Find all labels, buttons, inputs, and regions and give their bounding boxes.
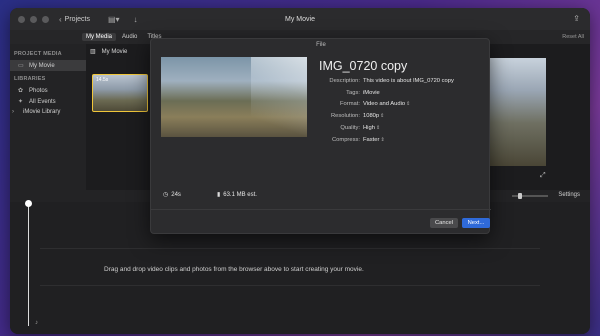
settings-button[interactable]: Settings [558,192,580,198]
media-browser-icon[interactable]: ▤▾ [108,15,120,24]
film-icon: ▭ [18,63,24,69]
project-media-header: PROJECT MEDIA [14,51,62,57]
viewer-preview [488,58,546,166]
description-field[interactable]: This video is about IMG_0720 copy [363,78,454,84]
sidebar-item-all-events[interactable]: ✦ All Events [10,96,86,107]
export-summary: ◷ 24s ▮ 63.1 MB est. [163,191,257,199]
zoom-window-button[interactable] [42,15,49,23]
share-icon[interactable]: ⇪ [573,14,580,23]
tags-label: Tags: [346,89,360,96]
duration-value: 24s [171,191,181,198]
dialog-divider [151,209,491,210]
format-label: Format: [340,101,360,108]
chevron-updown-icon: ⇕ [380,113,385,120]
chevron-updown-icon: ⇕ [375,125,381,132]
reset-all-button[interactable]: Reset All [562,34,584,40]
quality-row: Quality: High⇕ [301,122,491,134]
share-file-dialog: File IMG_0720 copy Description: This vid… [150,38,491,234]
next-button[interactable]: Next... [462,218,490,228]
sidebar-item-label: Photos [29,87,48,94]
resolution-select[interactable]: 1080p⇕ [363,113,384,119]
close-window-button[interactable] [18,15,25,23]
dialog-title: File [316,42,326,48]
playhead-handle[interactable] [25,200,32,207]
window-controls [18,15,49,23]
chevron-updown-icon: ⇕ [380,136,385,143]
export-settings: Description: This video is about IMG_072… [301,75,491,146]
quality-value: High [363,125,375,132]
window-title: My Movie [285,15,315,23]
audio-icon: ♪ [35,320,38,326]
description-row: Description: This video is about IMG_072… [301,75,491,87]
format-row: Format: Video and Audio⇕ [301,99,491,111]
cancel-button[interactable]: Cancel [430,218,458,228]
clock-icon: ◷ [163,192,169,198]
resolution-label: Resolution: [330,113,360,120]
library-sidebar: PROJECT MEDIA ▭ My Movie LIBRARIES ✿ Pho… [10,44,86,190]
format-select[interactable]: Video and Audio⇕ [363,101,410,107]
sidebar-item-label: My Movie [29,62,55,69]
video-thumbnail [161,57,307,137]
sidebar-item-my-movie[interactable]: ▭ My Movie [10,60,86,71]
playhead[interactable] [25,200,32,326]
photos-icon: ✿ [18,88,24,94]
sidebar-item-imovie-library[interactable]: › iMovie Library [10,107,86,117]
projects-label: Projects [64,15,90,23]
file-name[interactable]: IMG_0720 copy [319,59,407,73]
compress-row: Compress: Faster⇕ [301,134,491,146]
video-clip-thumbnail[interactable]: 14.5s [92,74,148,112]
browser-title: My Movie [101,48,128,55]
tab-my-media[interactable]: My Media [82,33,117,41]
size-value: 63.1 MB est. [223,191,257,198]
chevron-updown-icon: ⇕ [406,101,411,108]
description-label: Description: [329,77,360,84]
format-value: Video and Audio [363,101,406,108]
sidebar-item-label: All Events [29,98,56,105]
sidebar-toggle-icon[interactable]: ▥ [90,48,96,55]
timeline-placeholder: Drag and drop video clips and photos fro… [104,266,364,273]
tags-field[interactable]: iMovie [363,90,380,96]
projects-button[interactable]: ‹ Projects [59,15,90,24]
size-info: ▮ 63.1 MB est. [216,191,257,199]
compress-label: Compress: [331,136,360,143]
file-icon: ▮ [216,192,221,198]
chevron-left-icon: ‹ [59,14,62,24]
resolution-row: Resolution: 1080p⇕ [301,110,491,122]
quality-select[interactable]: High⇕ [363,125,380,131]
import-icon[interactable]: ↓ [134,15,138,24]
tags-row: Tags: iMovie [301,87,491,99]
sidebar-item-photos[interactable]: ✿ Photos [10,85,86,96]
chevron-right-icon[interactable]: › [12,109,19,115]
duration-info: ◷ 24s [163,191,181,199]
sidebar-item-label: iMovie Library [23,109,61,115]
zoom-slider[interactable] [512,193,548,199]
fullscreen-icon[interactable]: ⤢ [540,172,546,180]
libraries-header: LIBRARIES [14,76,46,82]
compress-value: Faster [363,136,380,143]
resolution-value: 1080p [363,113,380,120]
star-icon: ✦ [18,99,24,105]
clip-duration: 14.5s [96,77,109,83]
compress-select[interactable]: Faster⇕ [363,137,385,143]
zoom-slider-knob[interactable] [518,193,522,199]
tab-audio[interactable]: Audio [118,33,141,41]
quality-label: Quality: [340,125,360,132]
minimize-window-button[interactable] [30,15,37,23]
title-bar: ‹ Projects ▤▾ ↓ My Movie ⇪ [10,8,590,30]
imovie-window: ‹ Projects ▤▾ ↓ My Movie ⇪ My Media Audi… [10,8,590,334]
